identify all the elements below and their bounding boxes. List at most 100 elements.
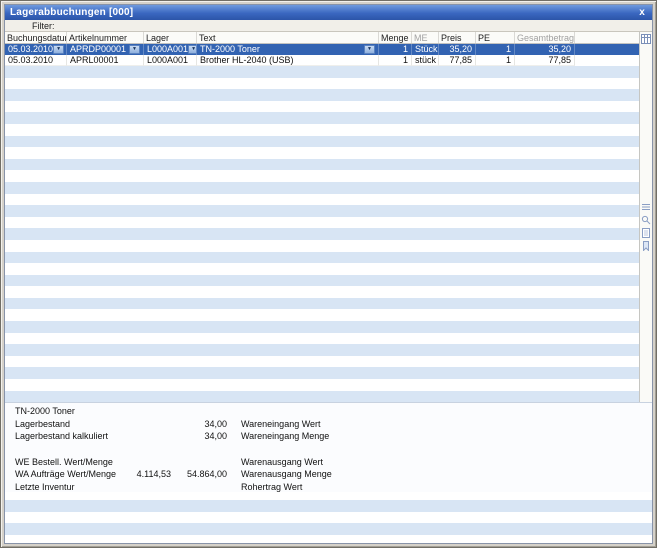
empty-row — [5, 181, 639, 194]
cell-text[interactable]: Brother HL-2040 (USB) — [197, 55, 379, 66]
summary-right-label: Warenausgang Menge — [241, 469, 332, 480]
dropdown-button[interactable]: ▼ — [129, 45, 140, 54]
cell-artikelnummer[interactable]: APRDP00001 ▼ — [67, 44, 144, 55]
column-header-menge[interactable]: Menge — [379, 32, 412, 43]
summary-row — [15, 443, 652, 456]
summary-row: WE Bestell. Wert/Menge Warenausgang Wert — [15, 456, 652, 469]
bookmark-icon[interactable] — [641, 240, 652, 252]
cell-value: 05.03.2010 — [8, 44, 54, 54]
magnifier-icon[interactable] — [641, 214, 652, 226]
cell-value: 35,20 — [548, 44, 571, 54]
summary-right-label: Rohertrag Wert — [241, 482, 303, 492]
bottom-stripe — [5, 523, 652, 535]
empty-row — [5, 158, 639, 171]
list-icon[interactable] — [641, 201, 652, 213]
cell-value: 1 — [402, 55, 408, 65]
grid-body: 05.03.2010 ▼ APRDP00001 ▼ L000A001 ▼ TN-2000 T… — [5, 44, 639, 402]
cell-lager[interactable]: L000A001 — [144, 55, 197, 66]
bottom-stripes — [5, 492, 652, 543]
bottom-stripe — [5, 500, 652, 512]
empty-row — [5, 251, 639, 264]
cell-value: L000A001 — [147, 44, 189, 54]
column-header-artikelnummer[interactable]: Artikelnummer — [67, 32, 144, 43]
cell-value: APRL00001 — [70, 55, 119, 65]
summary-value-2: 54.864,00 — [186, 469, 227, 480]
cell-pe[interactable]: 1 — [476, 55, 515, 66]
app-window: Lagerabbuchungen [000] x Filter: Buchung… — [0, 0, 657, 548]
empty-row — [5, 228, 639, 240]
cell-value: TN-2000 Toner — [200, 44, 260, 54]
close-icon[interactable]: x — [638, 7, 646, 18]
column-chooser-icon[interactable] — [641, 33, 652, 45]
column-header-text[interactable]: Text — [197, 32, 379, 43]
cell-buchungsdatum[interactable]: 05.03.2010 ▼ — [5, 44, 67, 55]
filter-bar: Filter: — [5, 20, 652, 32]
dropdown-button[interactable]: ▼ — [53, 45, 65, 54]
dropdown-button[interactable]: ▼ — [188, 45, 196, 54]
cell-text[interactable]: TN-2000 Toner ▼ — [197, 44, 379, 55]
empty-row — [5, 135, 639, 148]
cell-me[interactable]: stück — [412, 55, 439, 66]
empty-row — [5, 274, 639, 287]
empty-row — [5, 170, 639, 182]
cell-preis[interactable]: 35,20 — [439, 44, 476, 55]
cell-value: Brother HL-2040 (USB) — [200, 55, 294, 65]
table-row[interactable]: 05.03.2010 ▼ APRDP00001 ▼ L000A001 ▼ TN-2000 T… — [5, 44, 639, 55]
document-icon[interactable] — [641, 227, 652, 239]
table-row[interactable]: 05.03.2010 APRL00001 L000A001 Brother HL-20… — [5, 55, 639, 66]
summary-label: Lagerbestand — [15, 418, 71, 429]
cell-lager[interactable]: L000A001 ▼ — [144, 44, 197, 55]
empty-row — [5, 379, 639, 391]
summary-value-1 — [125, 430, 171, 443]
empty-row — [5, 297, 639, 310]
summary-right-value — [371, 430, 421, 443]
side-toolbar — [639, 32, 652, 402]
summary-row: WA Aufträge Wert/Menge 4.114,53 54.864,00 W… — [15, 468, 652, 481]
cell-me[interactable]: Stück — [412, 44, 439, 55]
grid-header-row: Buchungsdatum Artikelnummer Lager Text Menge… — [5, 32, 639, 44]
cell-buchungsdatum[interactable]: 05.03.2010 — [5, 55, 67, 66]
dropdown-button[interactable]: ▼ — [364, 45, 375, 54]
cell-gesamtbetrag[interactable]: 35,20 — [515, 44, 575, 55]
column-header-lager[interactable]: Lager — [144, 32, 197, 43]
empty-row — [5, 344, 639, 356]
empty-row — [5, 333, 639, 345]
summary-value-1 — [125, 456, 171, 469]
summary-right-value — [371, 443, 421, 456]
cell-menge[interactable]: 1 — [379, 44, 412, 55]
empty-row — [5, 66, 639, 78]
cell-value: L000A001 — [147, 55, 189, 65]
column-header-gesamtbetrag[interactable]: Gesamtbetrag — [515, 32, 575, 43]
cell-gesamtbetrag[interactable]: 77,85 — [515, 55, 575, 66]
title-bar[interactable]: Lagerabbuchungen [000] x — [5, 5, 652, 20]
summary-value-1 — [125, 418, 171, 431]
bottom-stripe — [5, 535, 652, 543]
filter-label: Filter: — [32, 20, 55, 31]
cell-value: 1 — [505, 44, 511, 54]
column-header-pe[interactable]: PE — [476, 32, 515, 43]
empty-row — [5, 205, 639, 217]
summary-label: Letzte Inventur — [15, 482, 75, 492]
summary-value-2: 34,00 — [204, 431, 227, 442]
summary-value-2 — [171, 481, 227, 492]
cell-value: Stück — [415, 44, 438, 54]
summary-right-label: Wareneingang Wert — [241, 418, 321, 429]
cell-artikelnummer[interactable]: APRL00001 — [67, 55, 144, 66]
summary-value-2: 34,00 — [204, 418, 227, 429]
cell-pe[interactable]: 1 — [476, 44, 515, 55]
column-header-me[interactable]: ME — [412, 32, 439, 43]
window-title: Lagerabbuchungen [000] — [10, 7, 134, 18]
empty-row — [5, 356, 639, 368]
empty-row — [5, 147, 639, 159]
cell-value: 77,85 — [548, 55, 571, 65]
summary-label: WA Aufträge Wert/Menge — [15, 469, 117, 480]
cell-value: 35,20 — [449, 44, 472, 54]
column-header-buchungsdatum[interactable]: Buchungsdatum — [5, 32, 67, 43]
column-header-preis[interactable]: Preis — [439, 32, 476, 43]
empty-row — [5, 286, 639, 298]
summary-right-value — [371, 418, 421, 431]
cell-preis[interactable]: 77,85 — [439, 55, 476, 66]
cell-menge[interactable]: 1 — [379, 55, 412, 66]
header-filler — [575, 32, 639, 43]
summary-right-label: Warenausgang Wert — [241, 456, 324, 467]
